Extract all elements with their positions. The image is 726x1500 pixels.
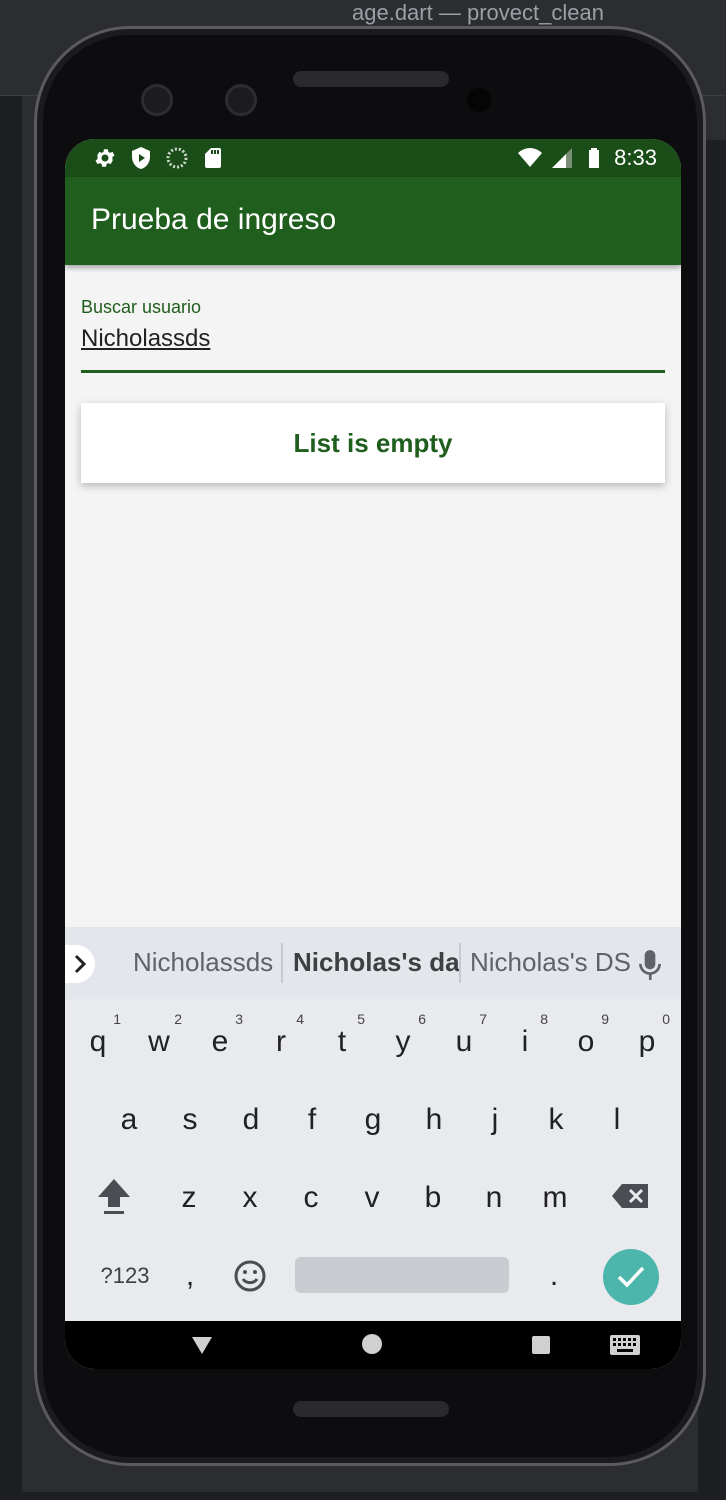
key-q[interactable]: q1 [69,1007,127,1077]
app-title: Prueba de ingreso [91,203,336,237]
chevron-right-icon [72,954,88,974]
key-letter: e [212,1025,229,1059]
key-j[interactable]: j [466,1085,524,1155]
comma-key[interactable]: , [161,1241,219,1311]
loading-circle-icon [165,146,189,170]
earpiece-speaker [293,71,449,87]
search-label: Buscar usuario [81,297,201,318]
back-nav-icon[interactable] [191,1335,213,1355]
symbols-key[interactable]: ?123 [85,1241,165,1311]
suggestion-divider [459,943,461,983]
key-t[interactable]: t5 [313,1007,371,1077]
key-letter: i [522,1025,529,1059]
signal-icon [550,146,574,170]
key-number-hint: 8 [540,1011,548,1027]
key-number-hint: 5 [357,1011,365,1027]
key-letter: u [456,1025,473,1059]
shift-key[interactable] [85,1161,143,1231]
navigation-bar [65,1321,681,1369]
key-b[interactable]: b [404,1163,462,1233]
suggestion-3[interactable]: Nicholas's DS [470,947,631,978]
expand-toolbar-button[interactable] [65,945,95,983]
emoji-key[interactable] [221,1241,279,1311]
key-z[interactable]: z [160,1163,218,1233]
key-number-hint: 0 [662,1011,670,1027]
soft-keyboard: Nicholassds Nicholas's da Nicholas's DS … [65,927,681,1321]
key-v[interactable]: v [343,1163,401,1233]
space-key[interactable] [295,1257,509,1293]
emoji-icon [233,1259,267,1293]
key-number-hint: 7 [479,1011,487,1027]
key-number-hint: 6 [418,1011,426,1027]
backspace-icon [610,1182,650,1210]
key-i[interactable]: i8 [496,1007,554,1077]
enter-key[interactable] [603,1249,659,1305]
key-number-hint: 2 [174,1011,182,1027]
status-bar: 8:33 [65,139,681,177]
key-h[interactable]: h [405,1085,463,1155]
suggestion-2[interactable]: Nicholas's da [293,947,460,978]
suggestion-strip: Nicholassds Nicholas's da Nicholas's DS [65,927,681,999]
ide-window-title: age.dart — provect_clean [352,0,652,26]
phone-frame: 8:33 Prueba de ingreso Buscar usuario Li… [34,26,706,1466]
key-letter: q [90,1025,107,1059]
key-letter: o [578,1025,595,1059]
key-n[interactable]: n [465,1163,523,1233]
shift-arrow-icon [94,1175,134,1217]
key-f[interactable]: f [283,1085,341,1155]
wifi-icon [518,146,542,170]
key-letter: r [276,1025,286,1059]
recents-nav-icon[interactable] [531,1335,551,1355]
key-u[interactable]: u7 [435,1007,493,1077]
key-w[interactable]: w2 [130,1007,188,1077]
key-number-hint: 1 [113,1011,121,1027]
key-letter: y [396,1025,411,1059]
battery-icon [582,146,606,170]
empty-list-card: List is empty [81,403,665,483]
key-y[interactable]: y6 [374,1007,432,1077]
key-letter: w [148,1025,170,1059]
key-number-hint: 9 [601,1011,609,1027]
search-input[interactable] [81,325,665,353]
key-e[interactable]: e3 [191,1007,249,1077]
status-time: 8:33 [614,145,657,171]
search-field[interactable]: Buscar usuario [81,297,665,373]
key-p[interactable]: p0 [618,1007,676,1077]
key-o[interactable]: o9 [557,1007,615,1077]
key-l[interactable]: l [588,1085,646,1155]
key-a[interactable]: a [100,1085,158,1155]
suggestion-divider [281,943,283,983]
key-m[interactable]: m [526,1163,584,1233]
empty-list-message: List is empty [294,428,453,459]
device-screen: 8:33 Prueba de ingreso Buscar usuario Li… [65,139,681,1369]
key-number-hint: 4 [296,1011,304,1027]
key-number-hint: 3 [235,1011,243,1027]
suggestion-1[interactable]: Nicholassds [133,947,273,978]
key-letter: t [338,1025,346,1059]
sd-card-icon [201,146,225,170]
home-nav-icon[interactable] [361,1333,383,1355]
key-d[interactable]: d [222,1085,280,1155]
front-camera-2 [225,84,257,116]
key-letter: p [639,1025,656,1059]
key-c[interactable]: c [282,1163,340,1233]
key-g[interactable]: g [344,1085,402,1155]
settings-icon [93,146,117,170]
keyboard-switch-icon[interactable] [609,1333,641,1357]
checkmark-icon [616,1265,646,1289]
key-k[interactable]: k [527,1085,585,1155]
shield-play-icon [129,146,153,170]
proximity-sensor [467,88,491,112]
key-x[interactable]: x [221,1163,279,1233]
bottom-speaker [293,1401,449,1417]
period-key[interactable]: . [525,1241,583,1311]
front-camera [141,84,173,116]
key-s[interactable]: s [161,1085,219,1155]
app-bar: Prueba de ingreso [65,177,681,265]
key-r[interactable]: r4 [252,1007,310,1077]
ide-editor-left [0,96,22,1492]
backspace-key[interactable] [601,1161,659,1231]
microphone-icon[interactable] [637,949,663,981]
